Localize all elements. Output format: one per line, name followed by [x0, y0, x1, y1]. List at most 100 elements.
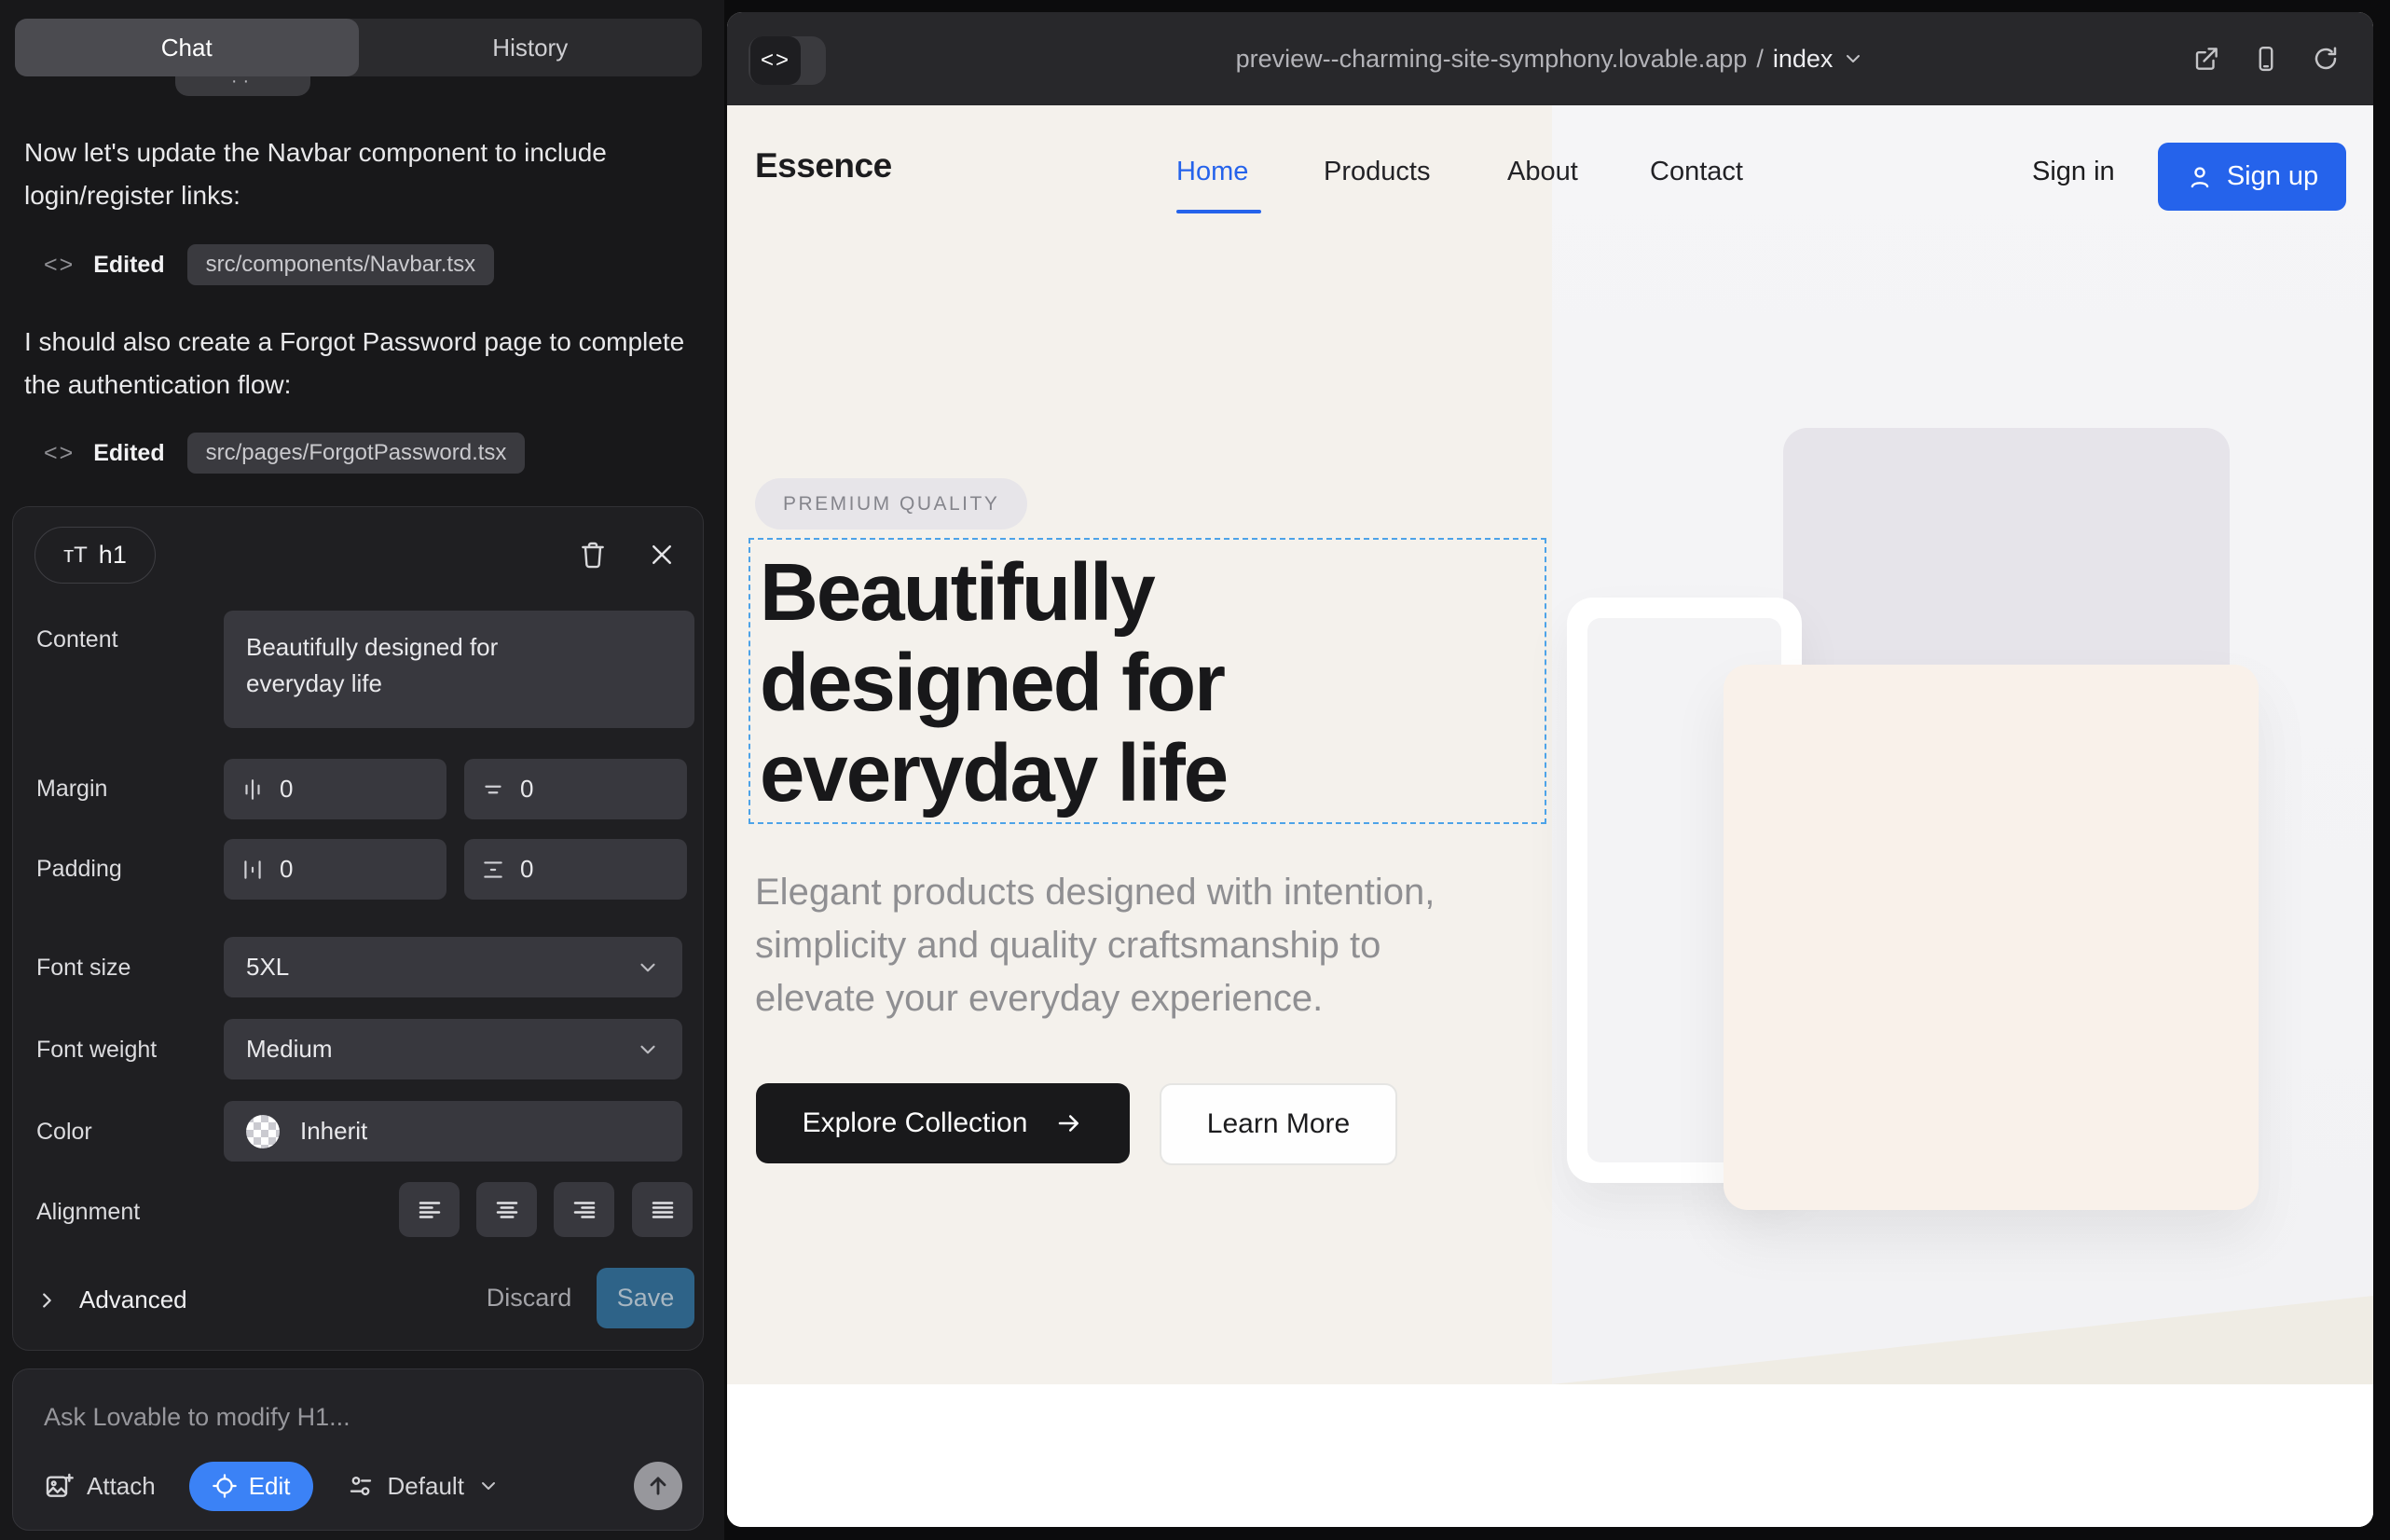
nav-link-home[interactable]: Home [1176, 157, 1248, 187]
nav-link-about[interactable]: About [1507, 157, 1578, 187]
preview-chrome-bar: <> preview--charming-site-symphony.lovab… [727, 12, 2373, 105]
explore-collection-button[interactable]: Explore Collection [756, 1083, 1130, 1163]
tab-chat[interactable]: Chat [15, 19, 359, 76]
code-icon: <> [44, 440, 75, 467]
margin-y-input[interactable]: 0 [464, 759, 687, 819]
chevron-down-icon [636, 956, 660, 980]
nav-link-contact[interactable]: Contact [1650, 157, 1743, 187]
type-icon: ᴛT [63, 543, 88, 569]
margin-label: Margin [36, 776, 107, 803]
alignment-label: Alignment [36, 1199, 140, 1226]
element-tag-badge[interactable]: ᴛT h1 [34, 527, 156, 584]
selected-h1-element[interactable]: Beautifully designed for everyday life [749, 538, 1546, 824]
site-logo[interactable]: Essence [755, 146, 892, 186]
code-icon: <> [44, 252, 75, 279]
save-button[interactable]: Save [597, 1268, 694, 1328]
mobile-view-icon[interactable] [2252, 45, 2280, 73]
assistant-message: I should also create a Forgot Password p… [24, 321, 686, 406]
sign-up-button[interactable]: Sign up [2158, 143, 2346, 211]
margin-horizontal-icon [240, 777, 265, 802]
align-right-icon [570, 1196, 598, 1224]
edit-mode-button[interactable]: Edit [189, 1462, 313, 1511]
learn-more-button[interactable]: Learn More [1160, 1083, 1397, 1165]
file-chip[interactable]: src/components/Navbar.tsx [187, 244, 494, 285]
default-model-button[interactable]: Default [347, 1472, 500, 1501]
composer-placeholder[interactable]: Ask Lovable to modify H1... [44, 1403, 350, 1432]
url-separator: / [1756, 45, 1764, 74]
content-value: Beautifully designed for everyday life [246, 629, 554, 702]
font-size-select[interactable]: 5XL [224, 937, 682, 997]
prompt-composer[interactable]: Ask Lovable to modify H1... Attach Edit [12, 1368, 704, 1531]
padding-x-input[interactable]: 0 [224, 839, 446, 900]
open-external-icon[interactable] [2192, 45, 2220, 73]
edited-label: Edited [93, 252, 164, 279]
nav-link-products[interactable]: Products [1324, 157, 1430, 187]
color-select[interactable]: Inherit [224, 1101, 682, 1162]
font-weight-select[interactable]: Medium [224, 1019, 682, 1079]
font-size-value: 5XL [246, 953, 289, 982]
padding-y-input[interactable]: 0 [464, 839, 687, 900]
crosshair-icon [212, 1473, 238, 1499]
url-path: index [1773, 45, 1834, 74]
hero-heading-line: designed for [760, 638, 1227, 728]
sign-in-link[interactable]: Sign in [2032, 157, 2115, 187]
padding-x-value: 0 [280, 855, 293, 884]
color-label: Color [36, 1119, 92, 1146]
discard-button[interactable]: Discard [481, 1268, 577, 1328]
arrow-up-icon [645, 1473, 671, 1499]
font-weight-value: Medium [246, 1035, 332, 1064]
align-center-icon [493, 1196, 521, 1224]
preview-window: <> preview--charming-site-symphony.lovab… [727, 12, 2373, 1527]
align-justify-button[interactable] [632, 1182, 693, 1237]
padding-vertical-icon [481, 858, 505, 882]
edited-file-row: <> Edited src/components/Navbar.tsx [44, 244, 494, 285]
url-bar[interactable]: preview--charming-site-symphony.lovable.… [727, 12, 2373, 105]
url-host: preview--charming-site-symphony.lovable.… [1236, 45, 1748, 74]
align-center-button[interactable] [476, 1182, 537, 1237]
file-chip[interactable]: src/pages/ForgotPassword.tsx [187, 433, 526, 474]
element-editor-panel: ᴛT h1 Content Beautifully designed for e… [12, 506, 704, 1351]
delete-element-button[interactable] [574, 536, 611, 573]
margin-x-value: 0 [280, 775, 293, 804]
assistant-message: Now let's update the Navbar component to… [24, 131, 686, 217]
chevron-right-icon [36, 1290, 57, 1311]
advanced-label: Advanced [79, 1286, 187, 1314]
content-label: Content [36, 626, 118, 653]
padding-y-value: 0 [520, 855, 533, 884]
align-right-button[interactable] [554, 1182, 614, 1237]
color-swatch-transparent [246, 1115, 280, 1148]
edit-label: Edit [249, 1472, 291, 1501]
align-justify-icon [649, 1196, 677, 1224]
content-textarea[interactable]: Beautifully designed for everyday life [224, 611, 694, 728]
attach-button[interactable]: Attach [44, 1471, 156, 1501]
site-preview: Essence Home Products About Contact Sign… [727, 105, 2373, 1527]
attach-image-icon [44, 1471, 74, 1501]
padding-horizontal-icon [240, 858, 265, 882]
section-below-hero [727, 1384, 2373, 1527]
nav-active-underline [1176, 210, 1261, 213]
padding-label: Padding [36, 856, 122, 883]
chevron-down-icon [636, 1038, 660, 1062]
margin-y-value: 0 [520, 775, 533, 804]
decorative-card-cream [1724, 665, 2259, 1210]
explore-collection-label: Explore Collection [803, 1107, 1028, 1139]
hero-heading-line: Beautifully [760, 547, 1227, 638]
hero-paragraph: Elegant products designed with intention… [755, 866, 1510, 1025]
hero-heading: Beautifully designed for everyday life [760, 547, 1227, 818]
send-button[interactable] [634, 1462, 682, 1510]
hero-heading-line: everyday life [760, 728, 1227, 818]
chevron-down-icon [1842, 48, 1864, 70]
user-icon [2186, 163, 2214, 191]
tab-history[interactable]: History [359, 19, 703, 76]
advanced-toggle[interactable]: Advanced [36, 1286, 187, 1314]
align-left-button[interactable] [399, 1182, 460, 1237]
refresh-icon[interactable] [2312, 45, 2340, 73]
default-label: Default [388, 1472, 464, 1501]
edited-file-row: <> Edited src/pages/ForgotPassword.tsx [44, 433, 525, 474]
margin-x-input[interactable]: 0 [224, 759, 446, 819]
color-value: Inherit [300, 1117, 367, 1146]
close-panel-button[interactable] [643, 536, 680, 573]
font-size-label: Font size [36, 955, 130, 982]
sign-up-label: Sign up [2227, 161, 2318, 192]
chevron-down-icon [477, 1475, 500, 1497]
